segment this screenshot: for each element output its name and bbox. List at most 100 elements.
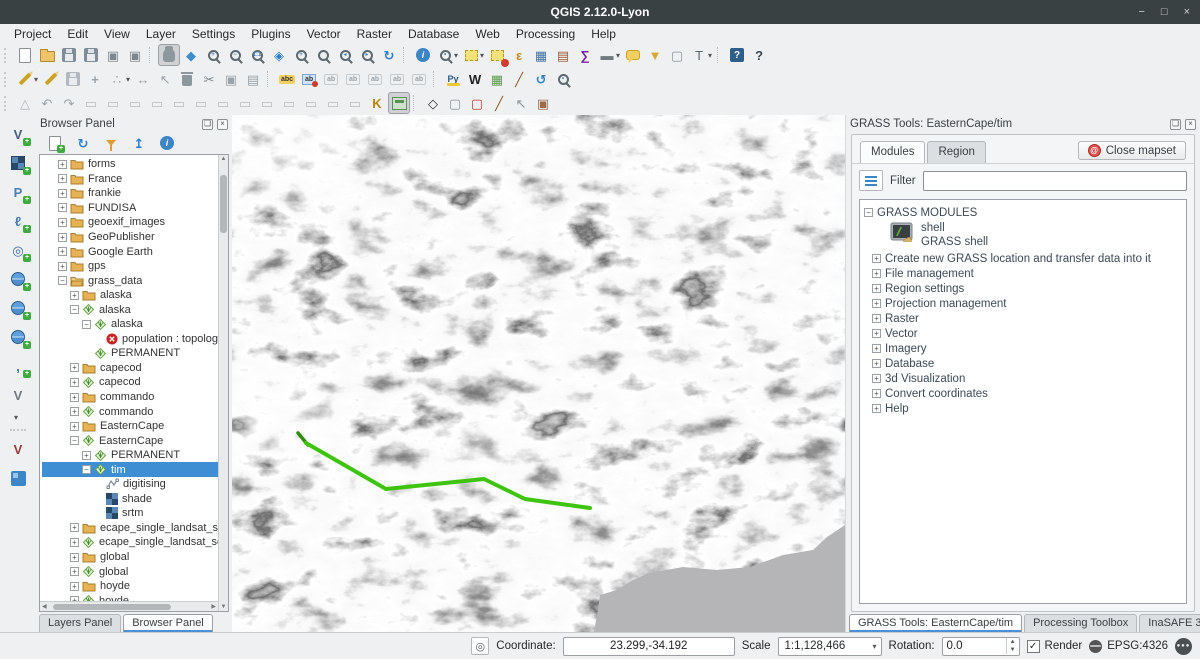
filter-browser-icon[interactable] bbox=[102, 134, 120, 152]
browser-item-forms[interactable]: +forms bbox=[42, 157, 218, 172]
expand-icon[interactable]: + bbox=[70, 582, 79, 591]
python-console-icon[interactable]: Py bbox=[442, 68, 464, 90]
crs-status-button[interactable]: EPSG:4326 bbox=[1089, 640, 1168, 653]
identify-features-icon[interactable]: i bbox=[412, 44, 434, 66]
coordinate-capture-icon[interactable]: ◎ bbox=[471, 637, 489, 655]
expand-icon[interactable]: + bbox=[872, 389, 881, 398]
browser-item-ecape-single-landsat-scene[interactable]: +ecape_single_landsat_scene bbox=[42, 521, 218, 536]
rotate-feature-icon[interactable]: ▭ bbox=[344, 92, 366, 114]
reshape-features-icon[interactable]: ▭ bbox=[212, 92, 234, 114]
browser-item-ecape-single-landsat-scene[interactable]: +ecape_single_landsat_scene bbox=[42, 535, 218, 550]
browser-item-permanent[interactable]: PERMANENT bbox=[42, 346, 218, 361]
show-bookmarks-icon[interactable]: ▢ bbox=[666, 44, 688, 66]
grass-edit-tools-icon[interactable]: ╱ bbox=[488, 92, 510, 114]
text-annotation-icon[interactable]: T bbox=[688, 44, 710, 66]
scroll-up-icon[interactable]: ▲ bbox=[221, 155, 227, 163]
expand-icon[interactable]: + bbox=[58, 247, 67, 256]
tab-modules[interactable]: Modules bbox=[860, 141, 925, 163]
expand-icon[interactable]: + bbox=[70, 567, 79, 576]
float-panel-icon[interactable]: ❏ bbox=[1170, 119, 1181, 130]
change-label-icon[interactable]: ab bbox=[408, 68, 430, 90]
deselect-features-icon[interactable] bbox=[486, 44, 508, 66]
browser-item-shade[interactable]: shade bbox=[42, 492, 218, 507]
render-checkbox[interactable]: ✓ Render bbox=[1027, 640, 1083, 653]
grass-vector-edit-icon[interactable]: V bbox=[6, 438, 30, 460]
highlight-labels-icon[interactable]: ab bbox=[342, 68, 364, 90]
expand-icon[interactable]: + bbox=[872, 329, 881, 338]
delete-ring-icon[interactable]: ▭ bbox=[168, 92, 190, 114]
float-panel-icon[interactable]: ❏ bbox=[202, 119, 213, 130]
node-tool-icon[interactable]: ∴ bbox=[106, 68, 128, 90]
collapse-icon[interactable]: − bbox=[70, 436, 79, 445]
browser-item-geoexif-images[interactable]: +geoexif_images bbox=[42, 215, 218, 230]
tab-browser-panel[interactable]: Browser Panel bbox=[123, 614, 213, 632]
scroll-down-icon[interactable]: ▼ bbox=[221, 603, 227, 611]
run-feature-action-icon[interactable]: • bbox=[434, 44, 456, 66]
expand-icon[interactable]: + bbox=[70, 553, 79, 562]
close-panel-icon[interactable]: × bbox=[217, 119, 228, 130]
whats-this-icon[interactable]: ? bbox=[748, 44, 770, 66]
add-feature-icon[interactable]: + bbox=[84, 68, 106, 90]
browser-item-commando[interactable]: +commando bbox=[42, 390, 218, 405]
scrollbar-thumb-h[interactable] bbox=[53, 604, 171, 610]
browser-item-france[interactable]: +France bbox=[42, 172, 218, 187]
measure-icon[interactable]: ▬ bbox=[596, 44, 618, 66]
new-print-composer-icon[interactable]: ▣ bbox=[102, 44, 124, 66]
browser-item-grass-data[interactable]: −grass_data bbox=[42, 273, 218, 288]
add-spatialite-layer-icon[interactable]: ℓ+ bbox=[6, 210, 30, 232]
collapse-all-icon[interactable]: ↥ bbox=[130, 134, 148, 152]
coordinate-input[interactable] bbox=[563, 637, 735, 656]
add-vector-layer-icon[interactable]: V+ bbox=[6, 123, 30, 145]
split-parts-icon[interactable]: ▭ bbox=[278, 92, 300, 114]
browser-item-srtm[interactable]: srtm bbox=[42, 506, 218, 521]
expand-icon[interactable]: + bbox=[872, 254, 881, 263]
add-part-icon[interactable]: ▭ bbox=[124, 92, 146, 114]
expand-icon[interactable]: + bbox=[58, 262, 67, 271]
browser-item-google-earth[interactable]: +Google Earth bbox=[42, 244, 218, 259]
add-mssql-layer-icon[interactable]: ◎+ bbox=[6, 239, 30, 261]
move-feature-icon[interactable]: ↔ bbox=[132, 68, 154, 90]
undo-icon[interactable]: ↶ bbox=[36, 92, 58, 114]
grass-module-3d-visualization[interactable]: +3d Visualization bbox=[864, 371, 1182, 386]
browser-item-digitising[interactable]: digitising bbox=[42, 477, 218, 492]
vertical-scrollbar[interactable]: ▲ ▼ bbox=[218, 155, 228, 611]
grass-edit-region-icon[interactable]: ▢ bbox=[444, 92, 466, 114]
menu-help[interactable]: Help bbox=[583, 25, 624, 43]
new-shapefile-layer-icon[interactable]: V bbox=[6, 384, 30, 406]
toggle-editing-icon[interactable] bbox=[40, 68, 62, 90]
save-project-icon[interactable] bbox=[58, 44, 80, 66]
browser-item-tim[interactable]: −tim bbox=[42, 462, 218, 477]
tab-region[interactable]: Region bbox=[927, 141, 985, 163]
menu-settings[interactable]: Settings bbox=[184, 25, 243, 43]
collapse-icon[interactable]: − bbox=[82, 320, 91, 329]
pan-map-icon[interactable] bbox=[158, 44, 180, 66]
browser-item-capecod[interactable]: +capecod bbox=[42, 375, 218, 390]
menu-view[interactable]: View bbox=[96, 25, 138, 43]
tab-grass-tools-easterncape-tim[interactable]: GRASS Tools: EasternCape/tim bbox=[849, 614, 1022, 632]
menu-layer[interactable]: Layer bbox=[138, 25, 184, 43]
merge-attributes-icon[interactable]: ▭ bbox=[322, 92, 344, 114]
browser-item-capecod[interactable]: +capecod bbox=[42, 361, 218, 376]
zoom-last-icon[interactable]: ◂ bbox=[334, 44, 356, 66]
menu-edit[interactable]: Edit bbox=[59, 25, 96, 43]
select-by-expression-icon[interactable]: ε bbox=[508, 44, 530, 66]
browser-item-global[interactable]: +global bbox=[42, 564, 218, 579]
delete-selected-icon[interactable] bbox=[176, 68, 198, 90]
expand-icon[interactable]: + bbox=[872, 344, 881, 353]
expand-icon[interactable]: + bbox=[58, 218, 67, 227]
grass-module-database[interactable]: +Database bbox=[864, 356, 1182, 371]
menu-web[interactable]: Web bbox=[467, 25, 507, 43]
expand-icon[interactable]: + bbox=[70, 291, 79, 300]
expand-icon[interactable]: + bbox=[70, 422, 79, 431]
browser-item-frankie[interactable]: +frankie bbox=[42, 186, 218, 201]
inasafe-dock-icon[interactable] bbox=[6, 467, 30, 489]
horizontal-scrollbar[interactable]: ◀ ▶ bbox=[40, 601, 218, 611]
grass-module-region-settings[interactable]: +Region settings bbox=[864, 281, 1182, 296]
copy-features-icon[interactable]: ▣ bbox=[220, 68, 242, 90]
zoom-native-icon[interactable]: 1:1 bbox=[246, 44, 268, 66]
messages-icon[interactable]: ●●● bbox=[1175, 638, 1192, 655]
grass-module-create-new-grass-location-and-transfer-data-into-it[interactable]: +Create new GRASS location and transfer … bbox=[864, 251, 1182, 266]
rotate-label-icon[interactable]: ab bbox=[386, 68, 408, 90]
expand-icon[interactable]: + bbox=[58, 174, 67, 183]
statistical-summary-icon[interactable]: ▤ bbox=[552, 44, 574, 66]
